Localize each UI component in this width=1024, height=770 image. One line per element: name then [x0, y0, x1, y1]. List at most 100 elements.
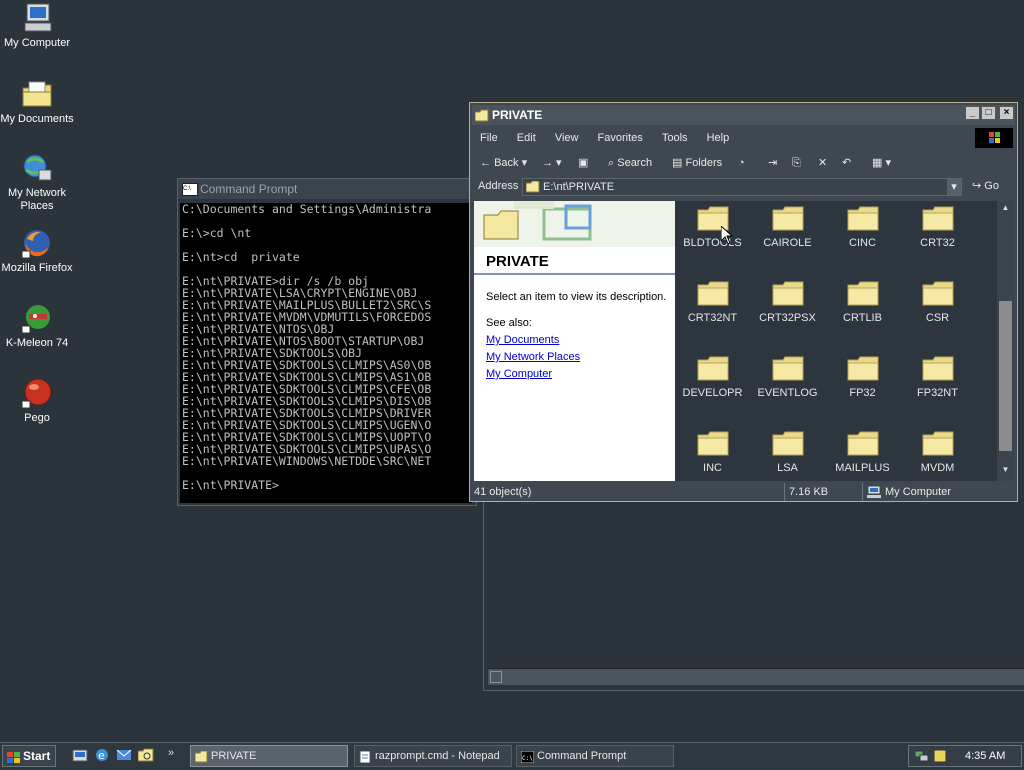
- menu-bar: File Edit View Favorites Tools Help: [472, 127, 1015, 149]
- minimize-button[interactable]: _: [965, 106, 980, 120]
- folder-icon: [697, 355, 729, 381]
- desktop-icon-my-computer[interactable]: My Computer: [0, 2, 74, 50]
- scroll-thumb[interactable]: [999, 301, 1012, 451]
- folder-label: CINC: [849, 237, 876, 249]
- menu-file[interactable]: File: [472, 127, 506, 149]
- undo-button[interactable]: ↶: [842, 153, 851, 173]
- folder-item[interactable]: CRT32NT: [675, 280, 750, 324]
- clock[interactable]: 4:35 AM: [965, 746, 1005, 766]
- desktop-icon-network-places[interactable]: My Network Places: [0, 152, 74, 213]
- folder-item[interactable]: DEVELOPR: [675, 355, 750, 399]
- scroll-left-button[interactable]: [490, 671, 502, 683]
- desktop-icon-label: K-Meleon 74: [5, 337, 69, 349]
- menu-help[interactable]: Help: [699, 127, 738, 149]
- desktop-icon-pego[interactable]: Pego: [0, 377, 74, 425]
- delete-icon: ✕: [818, 157, 828, 169]
- volume-tray-icon[interactable]: [933, 749, 947, 766]
- scroll-up-icon[interactable]: ▲: [999, 203, 1012, 216]
- menu-edit[interactable]: Edit: [509, 127, 544, 149]
- folder-icon: [697, 280, 729, 306]
- address-input[interactable]: E:\nt\PRIVATE ▾: [522, 178, 962, 196]
- taskbar-button-private[interactable]: PRIVATE: [190, 745, 348, 767]
- folder-label: CAIROLE: [763, 237, 812, 249]
- console-output[interactable]: C:\Documents and Settings\Administra E:\…: [180, 203, 472, 503]
- menu-favorites[interactable]: Favorites: [590, 127, 651, 149]
- folder-item[interactable]: CINC: [825, 205, 900, 249]
- search-button[interactable]: ⌕ Search: [608, 153, 652, 173]
- folder-label: CRT32NT: [687, 312, 738, 324]
- folder-item[interactable]: FP32: [825, 355, 900, 399]
- folder-item[interactable]: INC: [675, 430, 750, 474]
- outlook-icon[interactable]: [116, 747, 132, 766]
- see-also-label: See also:: [486, 317, 532, 329]
- folder-label: CRT32PSX: [759, 312, 816, 324]
- menu-tools[interactable]: Tools: [654, 127, 696, 149]
- mouse-cursor-icon: [720, 224, 734, 248]
- vertical-scrollbar[interactable]: ▲ ▼: [997, 201, 1015, 481]
- taskbar-button-notepad[interactable]: razprompt.cmd - Notepad: [354, 745, 512, 767]
- svg-text:e: e: [98, 749, 105, 762]
- folders-button[interactable]: ▤ Folders: [672, 153, 722, 173]
- horizontal-scrollbar[interactable]: [488, 668, 1024, 685]
- windows-logo-icon: [975, 128, 1013, 148]
- explorer-titlebar[interactable]: PRIVATE: [472, 105, 1015, 125]
- search-icon: ⌕: [608, 157, 615, 169]
- folder-item[interactable]: EVENTLOG: [750, 355, 825, 399]
- command-prompt-titlebar[interactable]: C:\ Command Prompt: [178, 179, 476, 199]
- explorer-title: PRIVATE: [492, 108, 543, 122]
- forward-button[interactable]: → ▾: [542, 153, 562, 173]
- folder-item[interactable]: CRT32: [900, 205, 975, 249]
- address-dropdown-icon[interactable]: ▾: [947, 179, 961, 195]
- show-desktop-icon[interactable]: [72, 747, 88, 766]
- link-my-computer[interactable]: My Computer: [486, 368, 552, 380]
- ie-icon[interactable]: e: [94, 747, 110, 766]
- k-meleon-icon: [21, 302, 53, 334]
- copy-to-button[interactable]: ⎘: [792, 153, 801, 173]
- folder-icon: [772, 355, 804, 381]
- address-bar: Address E:\nt\PRIVATE ▾ ↪ Go: [472, 177, 1015, 199]
- folder-item[interactable]: FP32NT: [900, 355, 975, 399]
- search-folder-icon[interactable]: [137, 747, 154, 766]
- folder-item[interactable]: CRT32PSX: [750, 280, 825, 324]
- up-folder-button[interactable]: ▣: [578, 153, 588, 173]
- go-button[interactable]: ↪ Go: [972, 179, 999, 192]
- desktop-icon-label: My Computer: [3, 37, 71, 49]
- views-button[interactable]: ▦ ▾: [872, 153, 891, 173]
- folder-item[interactable]: LSA: [750, 430, 825, 474]
- scroll-down-icon[interactable]: ▼: [999, 465, 1012, 478]
- explorer-window[interactable]: PRIVATE _ □ × File Edit View Favorites T…: [469, 102, 1018, 502]
- panel-divider: [474, 273, 675, 275]
- folder-icon: [772, 280, 804, 306]
- history-button[interactable]: ◔: [738, 153, 745, 173]
- start-button[interactable]: Start: [2, 745, 56, 767]
- folder-item[interactable]: MVDM: [900, 430, 975, 474]
- command-prompt-window[interactable]: C:\ Command Prompt C:\Documents and Sett…: [177, 178, 477, 506]
- desktop-icon-k-meleon[interactable]: K-Meleon 74: [0, 302, 74, 350]
- link-my-network-places[interactable]: My Network Places: [486, 351, 580, 363]
- forward-arrow-icon: →: [542, 157, 553, 169]
- folder-item[interactable]: MAILPLUS: [825, 430, 900, 474]
- maximize-button[interactable]: □: [981, 106, 996, 120]
- folder-label: LSA: [777, 462, 798, 474]
- desktop-icon-firefox[interactable]: Mozilla Firefox: [0, 227, 74, 275]
- delete-button[interactable]: ✕: [818, 153, 827, 173]
- link-my-documents[interactable]: My Documents: [486, 334, 559, 346]
- taskbar-button-command-prompt[interactable]: C:\ Command Prompt: [516, 745, 674, 767]
- folder-item[interactable]: CAIROLE: [750, 205, 825, 249]
- folder-item[interactable]: CSR: [900, 280, 975, 324]
- quick-launch-more-icon[interactable]: »: [168, 747, 174, 759]
- close-button[interactable]: ×: [999, 106, 1014, 120]
- network-tray-icon[interactable]: [914, 749, 929, 766]
- folder-item[interactable]: BLDTOOLS: [675, 205, 750, 249]
- desktop-icon-my-documents[interactable]: My Documents: [0, 78, 74, 126]
- pego-icon: [21, 377, 53, 409]
- folder-label: FP32: [849, 387, 876, 399]
- menu-view[interactable]: View: [547, 127, 587, 149]
- my-computer-icon: [21, 2, 53, 34]
- back-button[interactable]: ← Back ▾: [480, 153, 527, 173]
- taskbar: Start e » PRIVATE razprompt.cmd - Notepa…: [0, 742, 1024, 769]
- move-to-button[interactable]: ⇥: [768, 153, 777, 173]
- status-objects: 41 object(s): [474, 486, 532, 498]
- web-view-panel: PRIVATE Select an item to view its descr…: [474, 201, 675, 481]
- folder-item[interactable]: CRTLIB: [825, 280, 900, 324]
